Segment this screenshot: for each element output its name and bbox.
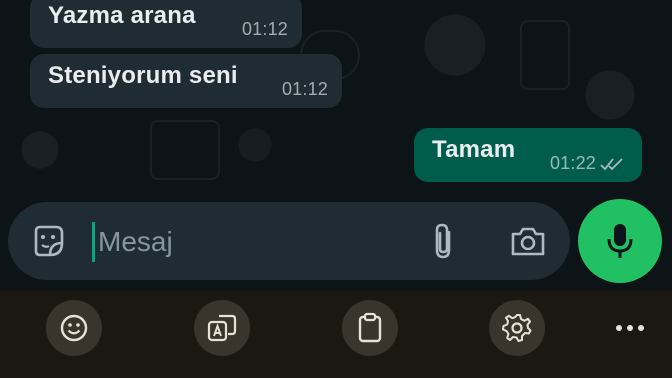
translate-icon xyxy=(207,314,237,342)
sticker-icon xyxy=(34,225,64,257)
clipboard-button[interactable] xyxy=(342,300,398,356)
message-time: 01:12 xyxy=(281,79,328,99)
message-bubble[interactable]: Yazma arana 01:12 xyxy=(30,0,302,48)
message-time: 01:12 xyxy=(241,19,288,39)
clipboard-icon xyxy=(358,312,382,343)
camera-icon xyxy=(511,227,545,256)
message-input[interactable] xyxy=(98,220,398,264)
message-text: Yazma arana xyxy=(48,2,196,29)
voice-record-button[interactable] xyxy=(578,199,662,283)
attach-icon xyxy=(435,223,451,259)
text-cursor xyxy=(92,222,95,262)
message-composer xyxy=(8,202,570,280)
emoji-icon xyxy=(60,314,88,342)
background-doodle xyxy=(150,120,220,180)
message-time: 01:22 xyxy=(549,153,596,173)
message-text: Steniyorum seni xyxy=(48,62,238,89)
message-bubble[interactable]: Steniyorum seni 01:12 xyxy=(30,54,342,108)
translate-button[interactable] xyxy=(194,300,250,356)
message-bubble[interactable]: Tamam 01:22 xyxy=(414,128,642,182)
settings-button[interactable] xyxy=(489,300,545,356)
more-icon xyxy=(616,325,644,331)
more-options-button[interactable] xyxy=(612,314,648,342)
background-doodle xyxy=(520,20,570,90)
microphone-icon xyxy=(607,224,633,258)
gear-icon xyxy=(502,314,532,342)
camera-button[interactable] xyxy=(508,221,548,261)
sticker-button[interactable] xyxy=(28,221,68,261)
emoji-button[interactable] xyxy=(46,300,102,356)
message-text: Tamam xyxy=(432,136,516,163)
attach-button[interactable] xyxy=(424,221,464,261)
keyboard-toolbar xyxy=(0,290,672,378)
read-ticks-icon xyxy=(600,158,623,171)
